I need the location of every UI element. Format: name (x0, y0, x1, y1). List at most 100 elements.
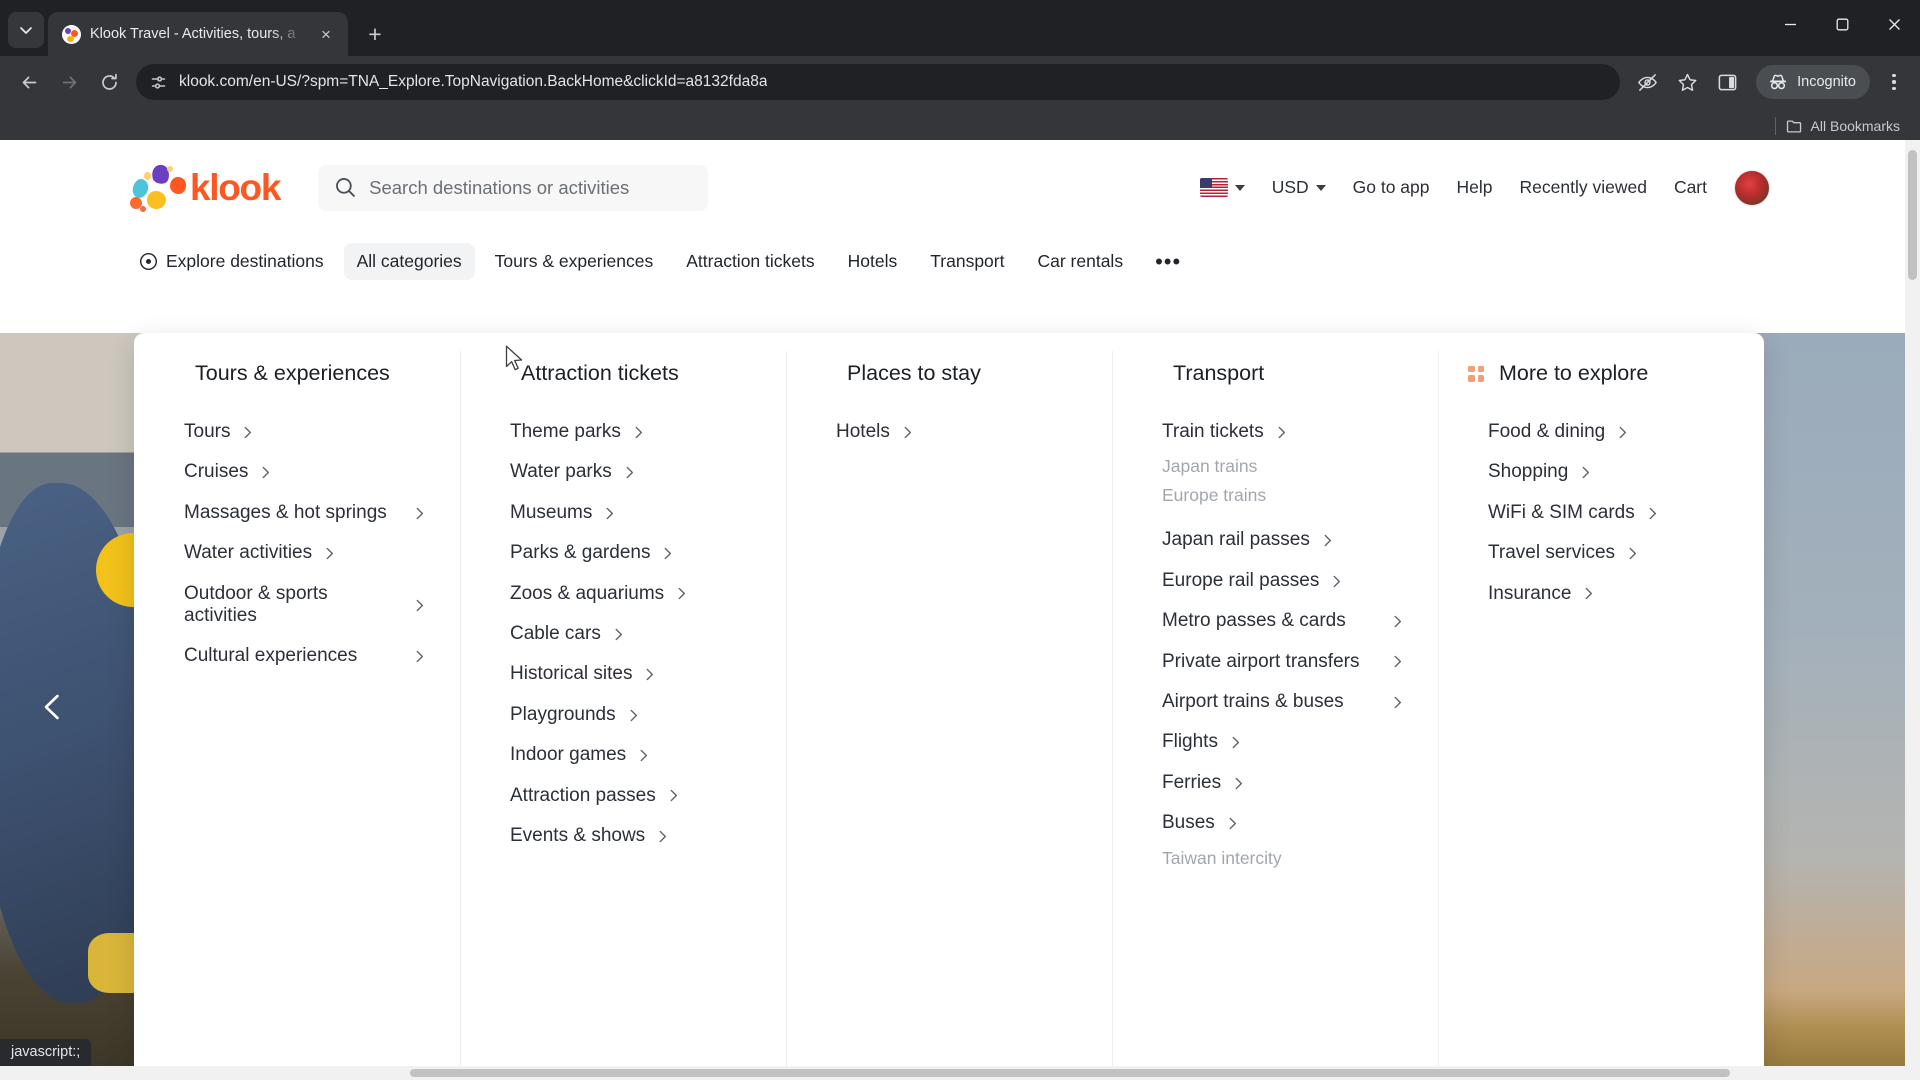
mega-link-insurance[interactable]: Insurance (1486, 574, 1596, 614)
mega-link-playgrounds[interactable]: Playgrounds (508, 695, 641, 735)
mega-sublink-europe-trains[interactable]: Europe trains (1162, 481, 1412, 510)
mega-link-private-airport-transfers[interactable]: Private airport transfers (1160, 642, 1405, 682)
mega-link-museums[interactable]: Museums (508, 493, 617, 533)
column-title: More to explore (1499, 361, 1649, 385)
mega-link-cultural-experiences[interactable]: Cultural experiences (182, 636, 427, 676)
chevron-right-icon (1231, 776, 1246, 791)
nav-item-attraction-tickets[interactable]: Attraction tickets (673, 243, 827, 280)
reload-button[interactable] (90, 63, 128, 101)
chevron-right-icon (631, 425, 646, 440)
nav-more-button[interactable]: ••• (1143, 247, 1193, 277)
mega-link-japan-rail-passes[interactable]: Japan rail passes (1160, 520, 1335, 560)
scrollbar-thumb[interactable] (410, 1069, 1730, 1077)
klook-logo[interactable]: klook (130, 162, 281, 212)
cart-link[interactable]: Cart (1674, 177, 1707, 198)
mega-link-massages-hot-springs[interactable]: Massages & hot springs (182, 493, 427, 533)
mega-link-europe-rail-passes[interactable]: Europe rail passes (1160, 561, 1344, 601)
tab-search-button[interactable] (8, 12, 44, 48)
search-placeholder: Search destinations or activities (369, 176, 630, 198)
mega-link-flights[interactable]: Flights (1160, 722, 1243, 762)
currency-selector[interactable]: USD (1272, 177, 1326, 198)
maximize-button[interactable] (1816, 0, 1868, 48)
mega-sublink-taiwan-intercity[interactable]: Taiwan intercity (1162, 844, 1412, 873)
site-settings-icon[interactable] (150, 74, 167, 91)
nav-item-car-rentals[interactable]: Car rentals (1024, 243, 1136, 280)
mega-link-cruises[interactable]: Cruises (182, 452, 273, 492)
horizontal-scrollbar[interactable] (0, 1066, 1920, 1080)
back-button[interactable] (10, 63, 48, 101)
avatar[interactable] (1734, 169, 1770, 206)
mega-link-attraction-passes[interactable]: Attraction passes (508, 776, 681, 816)
star-icon[interactable] (1670, 65, 1704, 99)
minimize-button[interactable] (1764, 0, 1816, 48)
nav-explore-destinations[interactable]: Explore destinations (126, 243, 337, 280)
link-label: Buses (1162, 812, 1215, 834)
mega-link-historical-sites[interactable]: Historical sites (508, 654, 657, 694)
mega-link-travel-services[interactable]: Travel services (1486, 533, 1640, 573)
window-close-button[interactable] (1868, 0, 1920, 48)
mega-column-tours-experiences: Tours & experiences Tours Cruises Massag… (134, 361, 460, 1060)
mega-link-theme-parks[interactable]: Theme parks (508, 412, 646, 452)
chevron-right-icon (660, 546, 675, 561)
carousel-prev-button[interactable] (30, 684, 76, 730)
mega-column-attraction-tickets: Attraction tickets Theme parks Water par… (460, 351, 786, 1070)
mega-link-water-activities[interactable]: Water activities (182, 533, 337, 573)
mega-link-indoor-games[interactable]: Indoor games (508, 735, 651, 775)
go-to-app-link[interactable]: Go to app (1353, 177, 1430, 198)
all-bookmarks-button[interactable]: All Bookmarks (1786, 118, 1900, 135)
forward-arrow-icon (62, 76, 76, 88)
link-label: Zoos & aquariums (510, 582, 665, 604)
mega-link-water-parks[interactable]: Water parks (508, 452, 637, 492)
side-panel-icon[interactable] (1710, 65, 1744, 99)
mega-link-train-tickets[interactable]: Train tickets (1160, 412, 1289, 452)
eye-off-icon[interactable] (1630, 65, 1664, 99)
chevron-right-icon (602, 506, 617, 521)
location-pin-icon (139, 252, 158, 271)
nav-item-all-categories[interactable]: All categories (343, 243, 475, 280)
mega-link-shopping[interactable]: Shopping (1486, 452, 1593, 492)
recently-viewed-link[interactable]: Recently viewed (1520, 177, 1647, 198)
mega-link-wifi-sim-cards[interactable]: WiFi & SIM cards (1486, 493, 1660, 533)
link-label: Water activities (184, 542, 313, 564)
nav-item-tours-experiences[interactable]: Tours & experiences (482, 243, 667, 280)
chevron-right-icon (258, 465, 273, 480)
mega-link-outdoor-sports-activities[interactable]: Outdoor & sports activities (182, 574, 427, 637)
column-header: More to explore (1464, 361, 1738, 386)
mega-link-hotels[interactable]: Hotels (834, 412, 915, 452)
column-header: Tours & experiences (160, 361, 434, 386)
incognito-badge[interactable]: Incognito (1756, 65, 1870, 99)
mega-link-tours[interactable]: Tours (182, 412, 255, 452)
reload-icon (101, 73, 117, 90)
mega-link-buses[interactable]: Buses (1160, 803, 1240, 843)
bookmarks-bar: All Bookmarks (0, 108, 1920, 144)
mega-link-food-dining[interactable]: Food & dining (1486, 412, 1630, 452)
three-dot-menu-icon[interactable] (1878, 65, 1910, 99)
address-bar[interactable]: klook.com/en-US/?spm=TNA_Explore.TopNavi… (136, 64, 1621, 100)
language-selector[interactable] (1199, 178, 1245, 197)
toolbar-actions: Incognito (1630, 65, 1910, 99)
link-label: Flights (1162, 731, 1218, 753)
mega-link-parks-gardens[interactable]: Parks & gardens (508, 533, 675, 573)
new-tab-button[interactable]: + (358, 17, 392, 51)
mega-link-zoos-aquariums[interactable]: Zoos & aquariums (508, 574, 689, 614)
link-label: Private airport transfers (1162, 650, 1360, 672)
mega-link-metro-passes-cards[interactable]: Metro passes & cards (1160, 601, 1405, 641)
scrollbar-thumb[interactable] (1908, 150, 1917, 280)
help-link[interactable]: Help (1457, 177, 1493, 198)
nav-item-hotels[interactable]: Hotels (835, 243, 911, 280)
mega-link-cable-cars[interactable]: Cable cars (508, 614, 626, 654)
chevron-right-icon (626, 708, 641, 723)
tab-close-button[interactable]: × (314, 22, 338, 46)
link-label: Insurance (1488, 582, 1572, 604)
search-input[interactable]: Search destinations or activities (318, 164, 709, 211)
browser-tab[interactable]: Klook Travel - Activities, tours, a × (48, 12, 348, 56)
vertical-scrollbar[interactable] (1905, 140, 1920, 1080)
mega-link-events-shows[interactable]: Events & shows (508, 816, 670, 856)
mega-link-airport-trains-buses[interactable]: Airport trains & buses (1160, 682, 1405, 722)
nav-item-transport[interactable]: Transport (917, 243, 1017, 280)
link-label: Cultural experiences (184, 645, 358, 667)
forward-button[interactable] (50, 63, 88, 101)
bookmarks-divider (1774, 117, 1776, 135)
mega-link-ferries[interactable]: Ferries (1160, 763, 1246, 803)
mega-sublink-japan-trains[interactable]: Japan trains (1162, 452, 1412, 481)
